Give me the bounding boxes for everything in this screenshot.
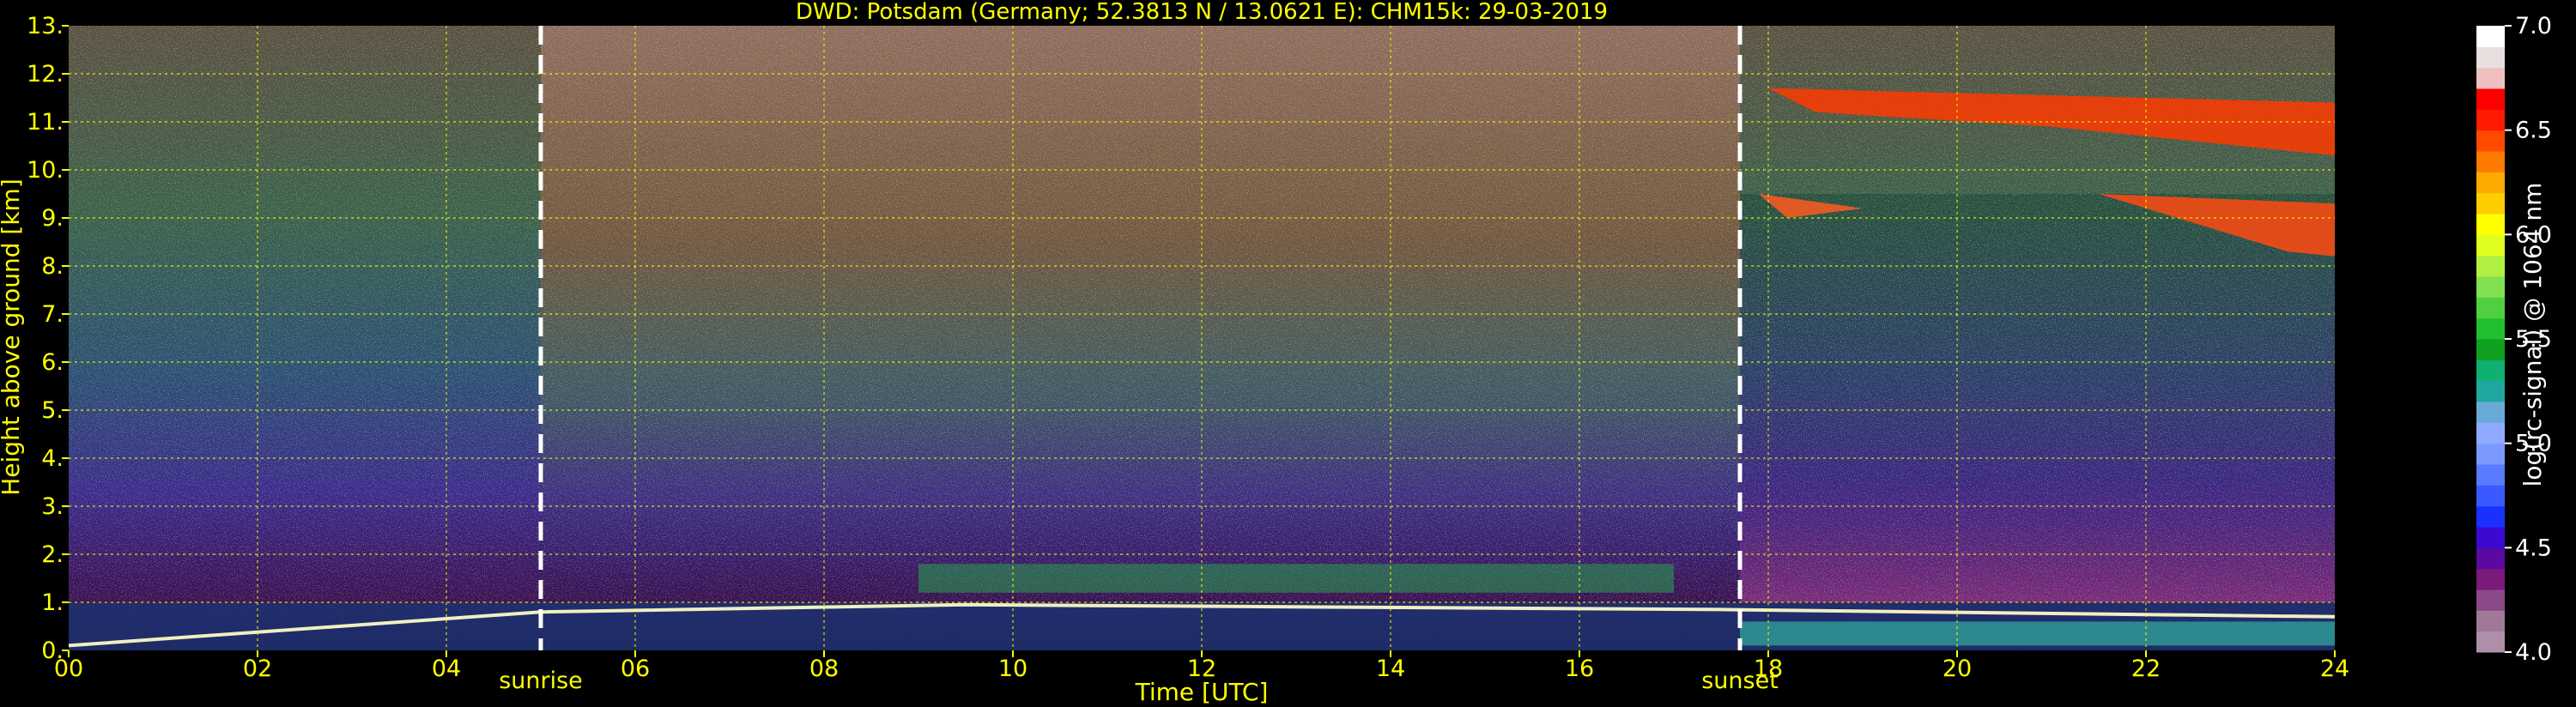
colorbar-swatch [2476,402,2505,423]
colorbar-tick-label: 4.0 [2515,639,2552,666]
y-tick-label: 3. [41,493,64,520]
colorbar-swatch [2476,88,2505,110]
y-tick-label: 9. [41,205,64,232]
y-tick-label: 5. [41,397,64,424]
x-tick-label: 00 [54,656,83,682]
x-tick-label: 24 [2320,656,2349,682]
x-tick-label: 04 [432,656,461,682]
colorbar-swatch [2476,568,2505,590]
colorbar-swatch [2476,317,2505,340]
colorbar-swatch [2476,255,2505,277]
x-tick-label: 16 [1565,656,1594,682]
colorbar-swatch [2476,67,2505,89]
colorbar-swatch [2476,130,2505,152]
y-tick-label: 11. [27,109,64,136]
aerosol-layer [918,564,1674,593]
colorbar-swatch [2476,589,2505,611]
colorbar-tick-label: 7.0 [2515,13,2552,39]
x-tick-label: 10 [998,656,1027,682]
colorbar-swatch [2476,422,2505,444]
x-tick-label: 08 [809,656,839,682]
x-axis-label: Time [UTC] [1135,678,1269,706]
y-tick-label: 4. [41,445,64,472]
chart-title: DWD: Potsdam (Germany; 52.3813 N / 13.06… [796,0,1608,25]
colorbar-swatch [2476,610,2505,632]
x-tick-label: 22 [2131,656,2161,682]
x-tick-label: 18 [1754,656,1783,682]
colorbar-swatch [2476,464,2505,486]
colorbar-swatch [2476,276,2505,298]
colorbar-tick-label: 4.5 [2515,535,2552,561]
colorbar-swatch [2476,631,2505,653]
y-axis-ticks: 0.1.2.3.4.5.6.7.8.9.10.11.12.13. [27,13,69,664]
colorbar-swatch [2476,360,2505,382]
colorbar-swatch [2476,46,2505,69]
colorbar-swatch [2476,505,2505,528]
y-tick-label: 7. [41,301,64,328]
y-tick-label: 6. [41,349,64,376]
x-tick-label: 20 [1943,656,1972,682]
x-tick-label: 06 [621,656,650,682]
y-tick-label: 10. [27,157,64,184]
colorbar-swatch [2476,339,2505,360]
x-tick-label: 14 [1376,656,1405,682]
y-tick-label: 2. [41,541,64,568]
sunrise-label: sunrise [499,668,583,694]
colorbar-swatch [2476,109,2505,131]
y-tick-label: 8. [41,253,64,280]
colorbar-swatch [2476,26,2505,47]
colorbar-swatch [2476,485,2505,507]
colorbar-swatch [2476,234,2505,257]
residual-layer [1740,621,2335,646]
colorbar-swatch [2476,527,2505,548]
colorbar-swatch [2476,214,2505,235]
y-tick-label: 1. [41,589,64,616]
colorbar-swatch [2476,380,2505,402]
colorbar-swatch [2476,151,2505,172]
colorbar-label: log(rc-signal) @ 1064 nm [2518,183,2547,487]
colorbar-swatch [2476,443,2505,465]
colorbar-swatch [2476,547,2505,570]
colorbar-tick-label: 6.5 [2515,118,2552,144]
x-tick-label: 02 [243,656,272,682]
colorbar-swatch [2476,192,2505,215]
colorbar-swatch [2476,297,2505,319]
ceilometer-chart: sunrise sunset 0.1.2.3.4.5.6.7.8.9.10.11.… [0,0,2552,706]
colorbar-swatch [2476,172,2505,194]
y-tick-label: 12. [27,61,64,88]
y-tick-label: 13. [27,13,64,39]
y-axis-label: Height above ground [km] [0,178,25,496]
